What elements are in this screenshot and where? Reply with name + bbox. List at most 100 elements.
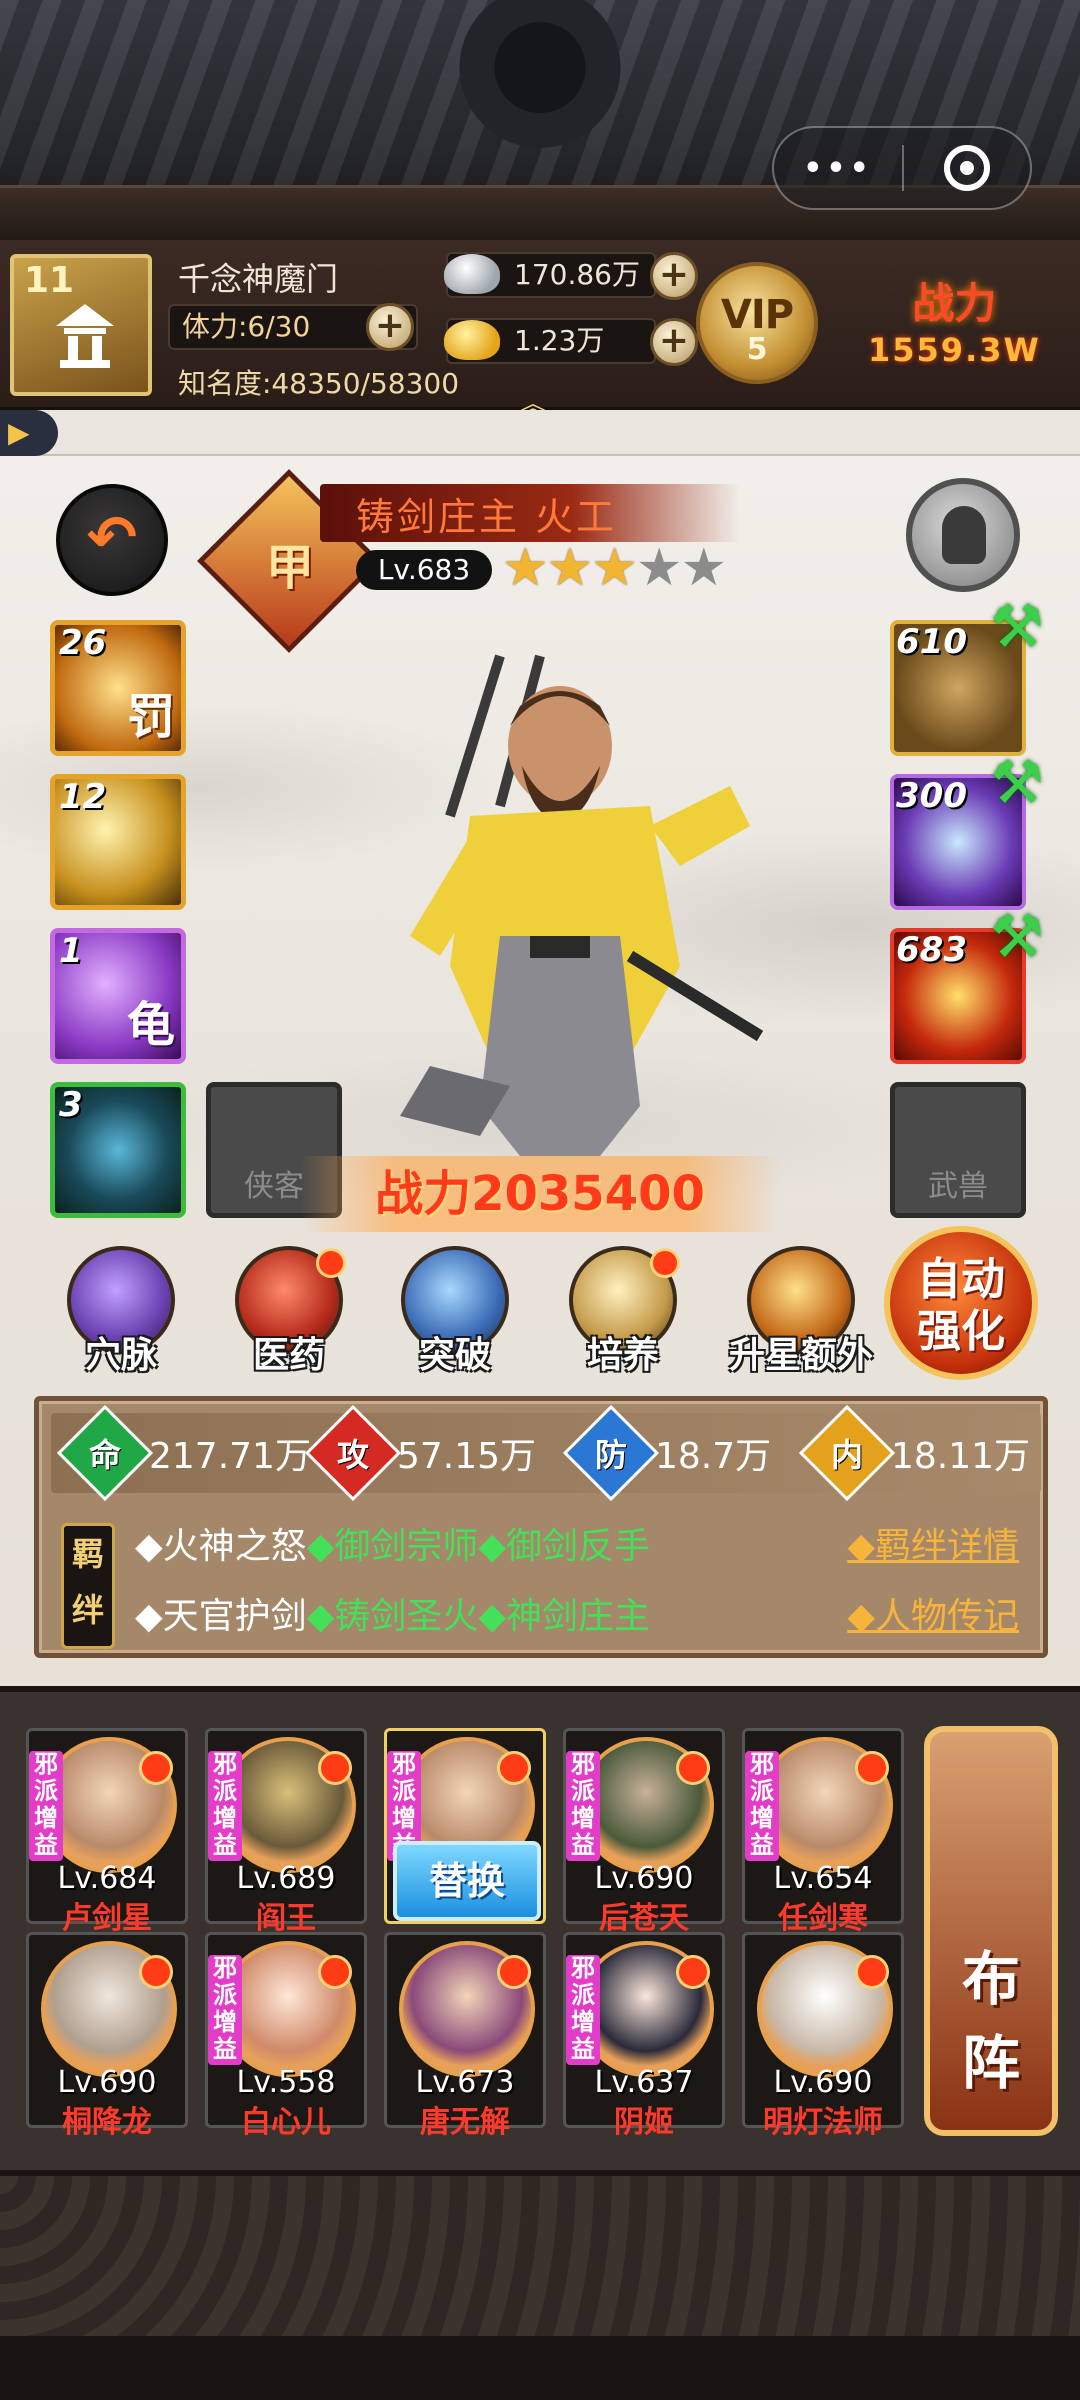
- add-gold-button[interactable]: +: [650, 318, 698, 366]
- team-roster: 邪派增益 Lv.684 卢剑星 邪派增益 Lv.689 阎王 邪派增益 替换 邪…: [0, 1686, 1080, 2170]
- meridian-button[interactable]: 穴脉: [46, 1246, 196, 1378]
- player-header: 11 千念神魔门 体力:6/30 + 知名度:48350/58300 170.8…: [0, 240, 1080, 420]
- roster-level: Lv.689: [236, 1861, 336, 1896]
- player-level: 11: [24, 260, 75, 301]
- roster-name: 卢剑星: [62, 1901, 152, 1936]
- roster-card[interactable]: Lv.673 唐无解: [384, 1932, 546, 2140]
- total-power: 战力 1559.3W: [868, 270, 1041, 369]
- bond-item: ◆御剑宗师: [306, 1526, 479, 1567]
- player-name: 千念神魔门: [178, 260, 339, 298]
- function-label: 培养: [586, 1335, 659, 1376]
- roof-ornament: [455, 0, 625, 150]
- equip-count: 683: [896, 930, 967, 970]
- formation-button[interactable]: 布阵: [924, 1726, 1058, 2136]
- notification-dot: [497, 1751, 531, 1785]
- bond-label-text: 羁绊: [71, 1535, 104, 1629]
- back-button[interactable]: ↶: [56, 484, 168, 596]
- hero-name: 铸剑庄主 火工: [356, 495, 618, 539]
- star-icon: ★: [591, 538, 638, 598]
- roster-level: Lv.684: [57, 1861, 157, 1896]
- roof-banner: •••: [0, 0, 1080, 240]
- expand-arrow-icon[interactable]: ▶: [0, 410, 58, 456]
- biography-link[interactable]: ◆人物传记: [847, 1587, 1019, 1639]
- bond-item: ◆神剑庄主: [478, 1596, 651, 1637]
- roster-card[interactable]: 邪派增益 Lv.689 阎王: [205, 1728, 367, 1936]
- skill-count: 12: [59, 777, 107, 817]
- player-level-badge[interactable]: 11: [10, 254, 152, 396]
- stat-defense: 防 18.7万: [562, 1404, 771, 1502]
- roster-level: Lv.690: [773, 2065, 873, 2100]
- martial-beast-slot[interactable]: 武兽: [890, 1082, 1026, 1218]
- skill-slot-2[interactable]: 12: [50, 774, 186, 910]
- skill-glyph: 罚: [126, 689, 175, 745]
- faction-tag: 邪派增益: [566, 1751, 600, 1861]
- bond-item: ◆御剑反手: [478, 1526, 651, 1567]
- total-power-value: 1559.3W: [868, 331, 1041, 369]
- roster-level: Lv.654: [773, 1861, 873, 1896]
- close-miniprogram-button[interactable]: [904, 145, 1030, 191]
- roster-name: 明灯法师: [763, 2105, 883, 2140]
- notification-dot: [676, 1751, 710, 1785]
- faction-tag: 邪派增益: [29, 1751, 63, 1861]
- vip-badge[interactable]: VIP 5: [696, 262, 818, 384]
- formation-label: 布阵: [961, 1945, 1020, 2097]
- roster-name: 后苍天: [599, 1901, 689, 1936]
- medicine-button[interactable]: 医药: [214, 1246, 364, 1378]
- silver-amount: 170.86万: [514, 258, 640, 291]
- inner-gem-icon: 内: [798, 1404, 896, 1502]
- floor-decoration: [0, 2170, 1080, 2400]
- auto-enhance-label: 自动强化: [917, 1254, 1005, 1357]
- breakthrough-button[interactable]: 突破: [380, 1246, 530, 1378]
- swap-button[interactable]: 替换: [393, 1841, 541, 1921]
- add-silver-button[interactable]: +: [650, 252, 698, 300]
- faction-tag: 邪派增益: [208, 1751, 242, 1861]
- target-close-icon: [943, 145, 990, 191]
- roster-card[interactable]: 邪派增益 Lv.654 任剑寒: [742, 1728, 904, 1936]
- hero-portrait: [400, 654, 764, 1156]
- bond-line-1: ◆火神之怒◆御剑宗师◆御剑反手: [135, 1517, 650, 1569]
- star-icon: ★: [502, 538, 549, 598]
- hero-stars: ★★★★★: [502, 538, 728, 598]
- bond-item: ◆火神之怒: [135, 1526, 307, 1567]
- bond-detail-link[interactable]: ◆羁绊详情: [847, 1517, 1019, 1569]
- star-empty-icon: ★: [635, 538, 683, 598]
- roster-name: 任剑寒: [778, 1901, 868, 1936]
- skill-slot-3[interactable]: 1 龟: [50, 928, 186, 1064]
- roster-level: Lv.558: [236, 2065, 336, 2100]
- notification-dot: [497, 1955, 531, 1989]
- roster-card[interactable]: Lv.690 明灯法师: [742, 1932, 904, 2140]
- faction-tag: 邪派增益: [208, 1955, 242, 2065]
- gold-amount: 1.23万: [514, 324, 605, 357]
- roster-level: Lv.637: [594, 2065, 694, 2100]
- hammer-icon: ⚒: [990, 902, 1044, 972]
- skill-slot-4[interactable]: 3: [50, 1082, 186, 1218]
- add-stamina-button[interactable]: +: [366, 303, 414, 351]
- more-menu-button[interactable]: •••: [774, 151, 902, 186]
- pagoda-icon: [56, 304, 114, 368]
- star-icon: ★: [546, 538, 594, 598]
- notification-dot: [855, 1751, 889, 1785]
- roster-card[interactable]: 邪派增益 Lv.684 卢剑星: [26, 1728, 188, 1936]
- skill-slot-1[interactable]: 26 罚: [50, 620, 186, 756]
- roster-card[interactable]: 邪派增益 Lv.637 阴姬: [563, 1932, 725, 2140]
- star-upgrade-button[interactable]: 升星额外: [716, 1246, 886, 1378]
- notification-dot: [676, 1955, 710, 1989]
- back-arrow-icon: ↶: [86, 503, 138, 573]
- roster-card[interactable]: Lv.690 桐降龙: [26, 1932, 188, 2140]
- roster-level: Lv.690: [57, 2065, 157, 2100]
- meditate-button[interactable]: [906, 478, 1020, 592]
- roster-card-selected[interactable]: 邪派增益 替换: [384, 1728, 546, 1924]
- hammer-icon: ⚒: [990, 592, 1044, 662]
- defense-gem-icon: 防: [562, 1404, 660, 1502]
- stat-attack: 攻 57.15万: [304, 1404, 536, 1502]
- hammer-icon: ⚒: [990, 748, 1044, 818]
- skill-count: 1: [59, 931, 83, 971]
- star-empty-icon: ★: [680, 538, 728, 598]
- cultivate-button[interactable]: 培养: [548, 1246, 698, 1378]
- auto-enhance-button[interactable]: 自动强化: [884, 1226, 1038, 1380]
- function-label: 升星额外: [728, 1335, 873, 1376]
- roster-name: 阴姬: [614, 2105, 674, 2140]
- roster-card[interactable]: 邪派增益 Lv.558 白心儿: [205, 1932, 367, 2140]
- roster-card[interactable]: 邪派增益 Lv.690 后苍天: [563, 1728, 725, 1936]
- faction-tag: 邪派增益: [745, 1751, 779, 1861]
